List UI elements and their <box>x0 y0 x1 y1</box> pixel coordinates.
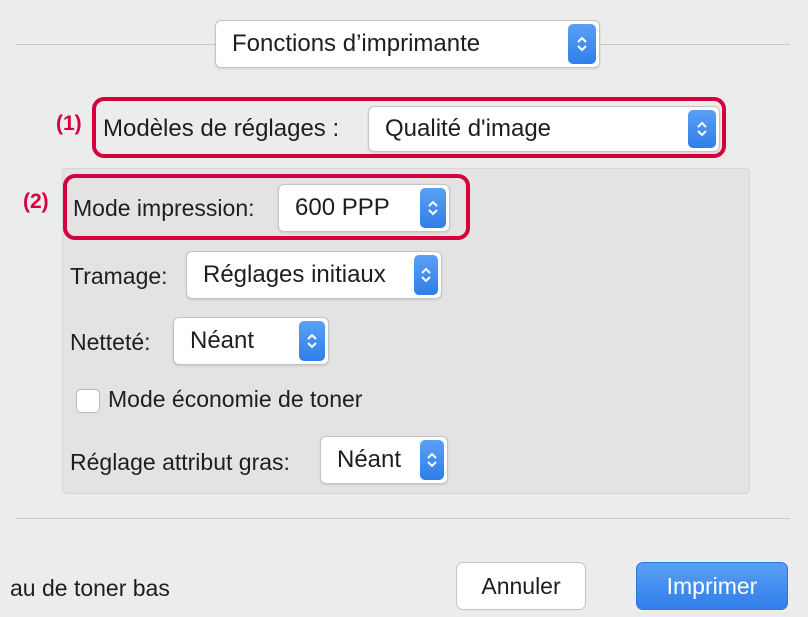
print-mode-label: Mode impression: <box>73 195 255 221</box>
halftone-popup[interactable]: Réglages initiaux <box>186 251 442 299</box>
toner-save-label[interactable]: Mode économie de toner <box>108 386 362 413</box>
sharpness-popup-value: Néant <box>190 327 255 354</box>
cancel-button[interactable]: Annuler <box>456 562 586 610</box>
print-mode-popup[interactable]: 600 PPP <box>278 184 450 232</box>
section-popup[interactable]: Fonctions d’imprimante <box>215 20 600 68</box>
sharpness-popup[interactable]: Néant <box>173 317 329 365</box>
toner-status-text: au de toner bas <box>10 575 170 601</box>
callout-number-1: (1) <box>56 112 82 135</box>
updown-chevron-icon <box>414 255 438 295</box>
toner-save-checkbox[interactable] <box>76 389 100 413</box>
updown-chevron-icon <box>299 321 325 361</box>
halftone-label: Tramage: <box>70 263 168 289</box>
bold-attribute-popup[interactable]: Néant <box>320 436 448 484</box>
bottom-separator <box>15 518 790 519</box>
halftone-popup-value: Réglages initiaux <box>203 261 386 288</box>
sharpness-label: Netteté: <box>70 329 151 355</box>
section-popup-value: Fonctions d’imprimante <box>232 30 481 57</box>
callout-number-2: (2) <box>23 190 49 213</box>
presets-label: Modèles de réglages : <box>103 115 340 142</box>
print-button[interactable]: Imprimer <box>636 562 788 610</box>
updown-chevron-icon <box>420 188 446 228</box>
print-mode-popup-value: 600 PPP <box>295 194 390 221</box>
updown-chevron-icon <box>688 110 716 148</box>
top-separator-left <box>15 44 215 45</box>
bold-attribute-label: Réglage attribut gras: <box>70 449 290 475</box>
updown-chevron-icon <box>420 440 444 480</box>
presets-popup-value: Qualité d'image <box>385 115 552 142</box>
presets-popup[interactable]: Qualité d'image <box>368 106 720 152</box>
top-separator-right <box>600 44 790 45</box>
updown-chevron-icon <box>568 24 596 64</box>
bold-attribute-popup-value: Néant <box>337 446 402 473</box>
